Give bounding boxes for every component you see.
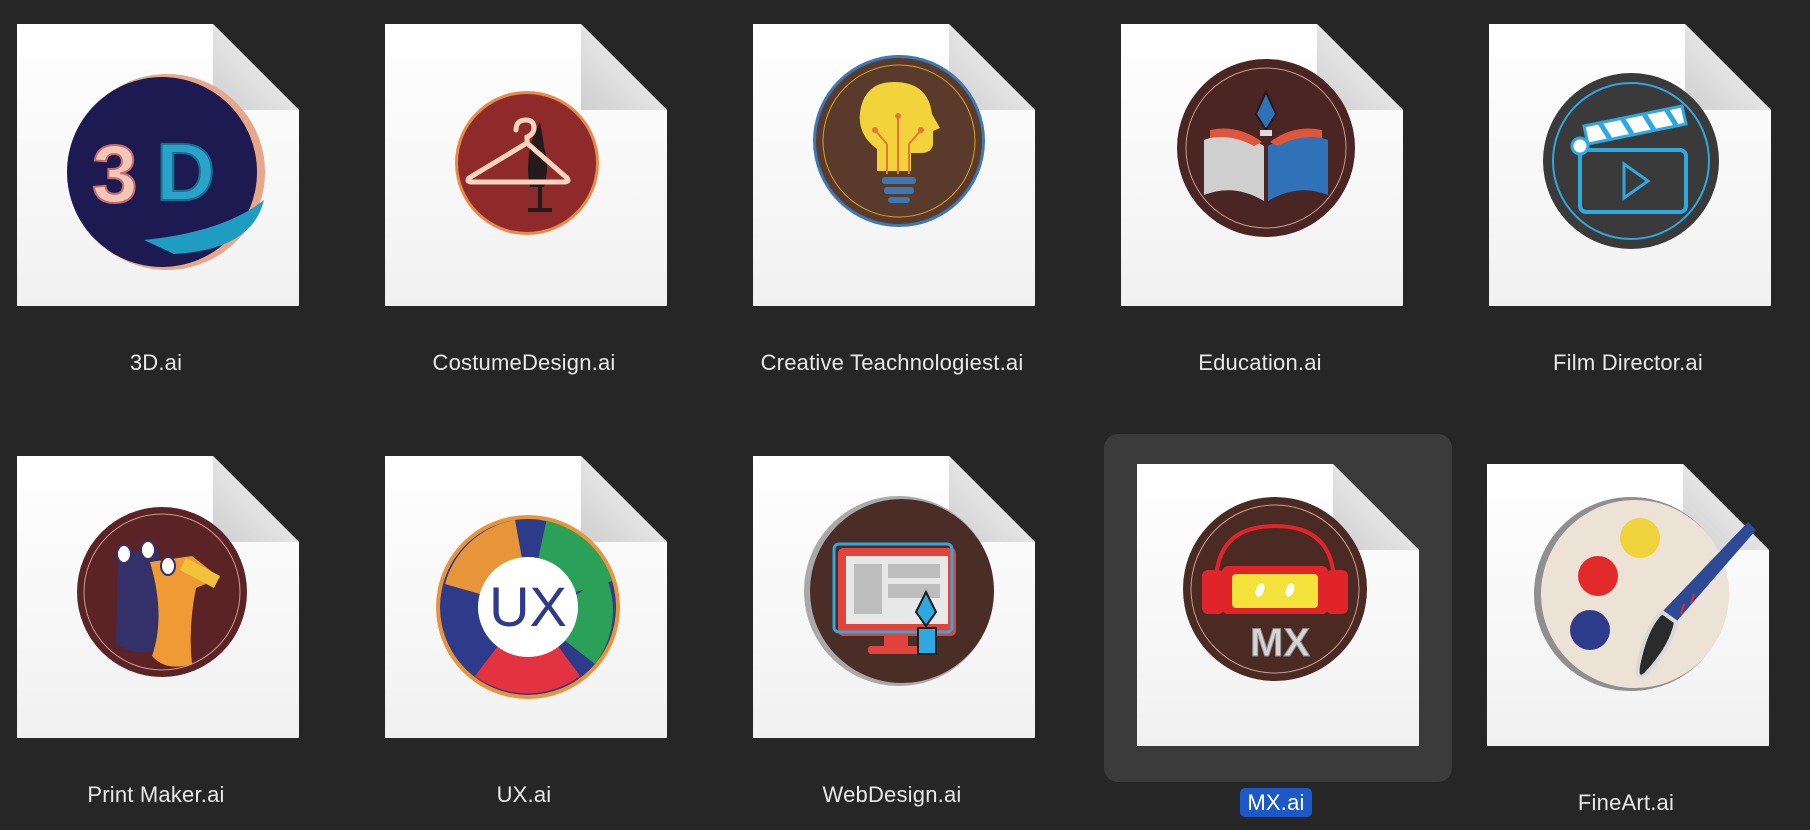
file-name-label[interactable]: Education.ai <box>1070 350 1450 376</box>
palette-brush-icon <box>1534 497 1756 691</box>
file-name-label[interactable]: Print Maker.ai <box>0 782 346 808</box>
file-name-label[interactable]: FineArt.ai <box>1436 790 1810 816</box>
ink-rollers-icon <box>77 507 247 677</box>
file-name-label[interactable]: CostumeDesign.ai <box>334 350 714 376</box>
ux-circle-icon: UX <box>436 515 620 699</box>
clapperboard-icon <box>1543 73 1719 249</box>
svg-text:3: 3 <box>92 129 138 220</box>
file-name-label[interactable]: MX.ai <box>1086 788 1466 817</box>
file-name-label[interactable]: WebDesign.ai <box>702 782 1082 808</box>
svg-text:UX: UX <box>489 575 567 638</box>
3d-logo-icon: 3 D <box>67 74 265 270</box>
svg-text:D: D <box>156 127 215 218</box>
svg-text:MX: MX <box>1250 621 1310 665</box>
file-name-label[interactable]: Film Director.ai <box>1438 350 1810 376</box>
monitor-pen-icon <box>804 496 994 686</box>
hanger-mannequin-icon <box>455 91 599 235</box>
file-name-label[interactable]: 3D.ai <box>0 350 346 376</box>
file-name-label[interactable]: Creative Teachnologiest.ai <box>702 350 1082 376</box>
book-pen-icon <box>1177 59 1355 237</box>
headphones-mx-icon: MX <box>1183 497 1367 681</box>
lightbulb-head-icon <box>813 55 985 227</box>
file-name-label[interactable]: UX.ai <box>334 782 714 808</box>
